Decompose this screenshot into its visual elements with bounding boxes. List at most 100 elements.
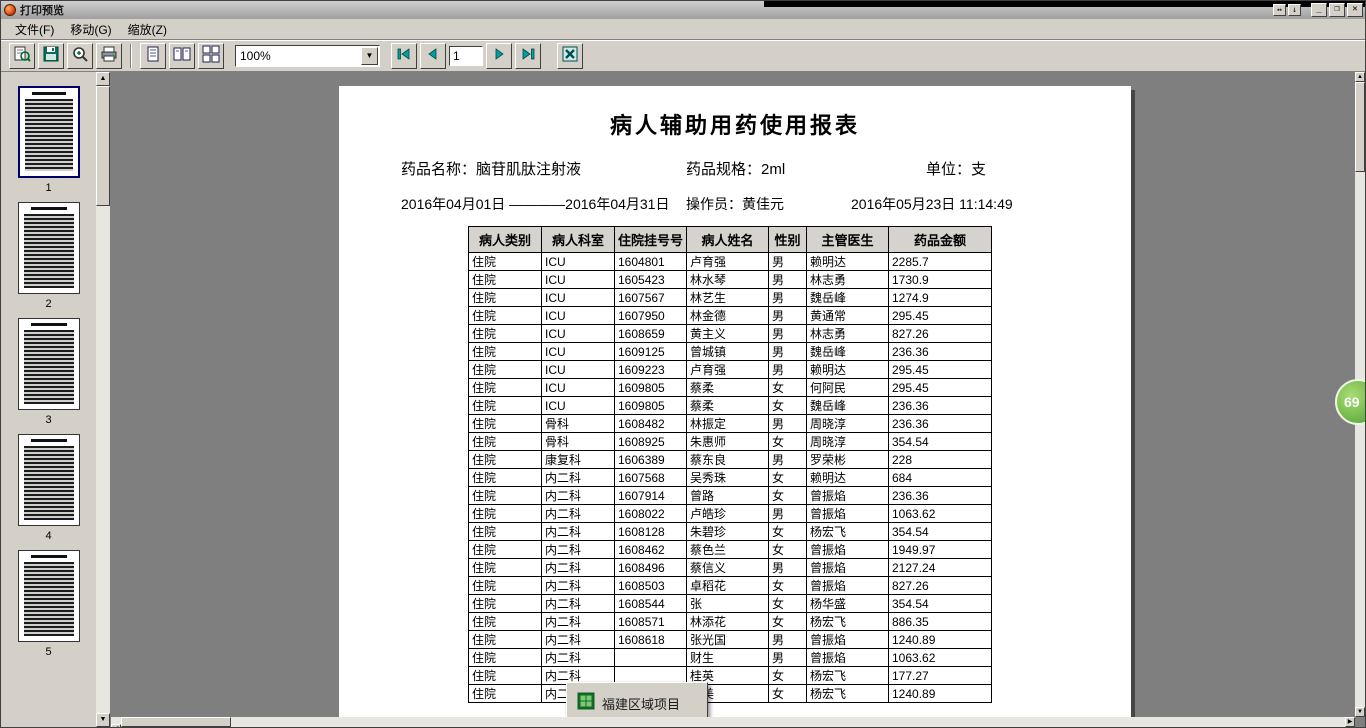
zoom-in-button[interactable] bbox=[67, 43, 93, 69]
table-cell: 住院 bbox=[468, 576, 542, 595]
thumbnail-panel: 1 2 3 4 5 ▲ ▼ bbox=[1, 72, 111, 727]
floating-badge-button[interactable]: 69 bbox=[1335, 379, 1365, 425]
scrollbar-thumb[interactable] bbox=[121, 717, 231, 727]
first-page-icon bbox=[395, 45, 413, 68]
table-cell: 男 bbox=[768, 630, 807, 649]
menu-zoom[interactable]: 缩放(Z) bbox=[120, 19, 175, 40]
table-cell: 男 bbox=[768, 414, 807, 433]
table-cell: 蔡信义 bbox=[686, 558, 769, 577]
table-cell: 女 bbox=[768, 594, 807, 613]
table-row: 住院 ICU 1609805 蔡柔女何阿民 295.45 bbox=[468, 378, 992, 397]
prev-page-icon bbox=[424, 45, 442, 68]
table-cell: 男 bbox=[768, 324, 807, 343]
table-cell: 1240.89 bbox=[888, 684, 992, 703]
scrollbar-thumb[interactable] bbox=[96, 86, 110, 206]
scroll-left-icon[interactable]: ◀ bbox=[111, 724, 121, 727]
horizontal-scrollbar[interactable]: ◀ ▶ bbox=[111, 717, 1355, 727]
thumbnail-page-2[interactable]: 2 bbox=[16, 202, 82, 310]
preview-area: 病人辅助用药使用报表 药品名称：脑苷肌肽注射液 药品规格：2ml 单位：支 20… bbox=[111, 72, 1365, 727]
two-page-view-button[interactable] bbox=[169, 43, 195, 69]
thumbnail-scrollbar[interactable]: ▲ ▼ bbox=[96, 72, 110, 727]
table-cell: 住院 bbox=[468, 594, 542, 613]
table-cell: 曾振焰 bbox=[806, 648, 889, 667]
multi-page-view-button[interactable] bbox=[198, 43, 224, 69]
thumbnail-label: 4 bbox=[45, 530, 52, 542]
table-cell: 蔡东良 bbox=[686, 450, 769, 469]
menu-move[interactable]: 移动(G) bbox=[62, 19, 119, 40]
single-page-view-button[interactable] bbox=[140, 43, 166, 69]
page-number-input[interactable] bbox=[449, 46, 483, 66]
scroll-up-icon[interactable]: ▲ bbox=[1355, 72, 1365, 82]
thumbnail-page-4[interactable]: 4 bbox=[16, 434, 82, 542]
table-cell: 内二科 bbox=[541, 648, 615, 667]
table-cell: 住院 bbox=[468, 630, 542, 649]
print-button[interactable] bbox=[96, 43, 122, 69]
menu-file[interactable]: 文件(F) bbox=[7, 19, 62, 40]
table-cell: ICU bbox=[541, 306, 615, 325]
table-cell: 236.36 bbox=[888, 396, 992, 415]
print-preview-window: 打印预览 ↔ ↓ _ ❐ ✕ 文件(F) 移动(G) 缩放(Z) 100% ▼ … bbox=[0, 0, 1366, 728]
table-row: 住院 ICU 1609805 蔡柔女魏岳峰 236.36 bbox=[468, 396, 992, 415]
print-time-label: 2016年05月23日 11:14:49 bbox=[851, 196, 1013, 212]
next-page-button[interactable] bbox=[486, 43, 512, 69]
table-row: 住院 内二科 1608503 卓稻花女曾振焰 827.26 bbox=[468, 576, 992, 595]
table-cell: 住院 bbox=[468, 468, 542, 487]
table-cell: 蔡柔 bbox=[686, 396, 769, 415]
arrow-horizontal-button[interactable]: ↔ bbox=[1273, 4, 1286, 16]
table-cell: 1608659 bbox=[614, 324, 687, 343]
scroll-up-icon[interactable]: ▲ bbox=[96, 72, 110, 86]
first-page-button[interactable] bbox=[391, 43, 417, 69]
table-cell: 1608022 bbox=[614, 504, 687, 523]
prev-page-button[interactable] bbox=[420, 43, 446, 69]
table-cell: 朱惠师 bbox=[686, 432, 769, 451]
table-cell: 住院 bbox=[468, 486, 542, 505]
arrow-down-button[interactable]: ↓ bbox=[1288, 4, 1301, 16]
table-cell: 1609805 bbox=[614, 378, 687, 397]
scroll-right-icon[interactable]: ▶ bbox=[1345, 717, 1355, 727]
zoom-tool-button[interactable] bbox=[9, 43, 35, 69]
table-row: 住院 内二科 1608022 卢皓珍男曾振焰 1063.62 bbox=[468, 504, 992, 523]
report-page: 病人辅助用药使用报表 药品名称：脑苷肌肽注射液 药品规格：2ml 单位：支 20… bbox=[339, 86, 1131, 727]
table-cell: 1609223 bbox=[614, 360, 687, 379]
table-cell: 男 bbox=[768, 252, 807, 271]
zoom-select[interactable]: 100% ▼ bbox=[235, 45, 380, 67]
scrollbar-thumb[interactable] bbox=[1355, 82, 1365, 172]
table-cell: 女 bbox=[768, 666, 807, 685]
table-cell: 1063.62 bbox=[888, 648, 992, 667]
table-row: 住院 内二科 1608571 林添花女杨宏飞 886.35 bbox=[468, 612, 992, 631]
table-cell: 1274.9 bbox=[888, 288, 992, 307]
table-row: 住院 内二科 1608462 蔡色兰女曾振焰 1949.97 bbox=[468, 540, 992, 559]
save-button[interactable] bbox=[38, 43, 64, 69]
thumbnail-page-3[interactable]: 3 bbox=[16, 318, 82, 426]
table-cell: ICU bbox=[541, 288, 615, 307]
table-row: 住院 ICU 1608659 黄主义男林志勇 827.26 bbox=[468, 324, 992, 343]
close-button[interactable]: ✕ bbox=[1347, 3, 1363, 17]
table-cell: 住院 bbox=[468, 378, 542, 397]
last-page-button[interactable] bbox=[515, 43, 541, 69]
report-table-body: 住院 ICU 1604801 卢育强男赖明达 2285.7 住院 ICU 1605423 林水琴… bbox=[468, 252, 992, 703]
table-cell: 男 bbox=[768, 558, 807, 577]
table-row: 住院 ICU 1607950 林金德男黄通常 295.45 bbox=[468, 306, 992, 325]
col-gender: 性别 bbox=[768, 226, 807, 253]
table-cell: 林添花 bbox=[686, 612, 769, 631]
table-cell: 住院 bbox=[468, 684, 542, 703]
drug-name-label: 药品名称：脑苷肌肽注射液 bbox=[401, 161, 582, 178]
save-icon bbox=[42, 45, 60, 68]
table-cell: 蔡色兰 bbox=[686, 540, 769, 559]
restore-button[interactable]: ❐ bbox=[1329, 3, 1345, 17]
table-cell: 住院 bbox=[468, 522, 542, 541]
table-cell: 1608128 bbox=[614, 522, 687, 541]
thumbnail-page-1[interactable]: 1 bbox=[16, 86, 82, 194]
mini-report-title bbox=[31, 92, 66, 95]
table-cell: 卢皓珍 bbox=[686, 504, 769, 523]
close-preview-button[interactable] bbox=[557, 43, 583, 69]
thumbnail-page-5[interactable]: 5 bbox=[16, 550, 82, 658]
table-cell: 男 bbox=[768, 504, 807, 523]
table-cell: 1607567 bbox=[614, 288, 687, 307]
minimize-button[interactable]: _ bbox=[1311, 3, 1327, 17]
scroll-down-icon[interactable]: ▼ bbox=[1355, 707, 1365, 717]
table-cell: 女 bbox=[768, 432, 807, 451]
chevron-down-icon[interactable]: ▼ bbox=[361, 47, 378, 65]
table-cell: 住院 bbox=[468, 270, 542, 289]
scroll-down-icon[interactable]: ▼ bbox=[96, 713, 110, 727]
